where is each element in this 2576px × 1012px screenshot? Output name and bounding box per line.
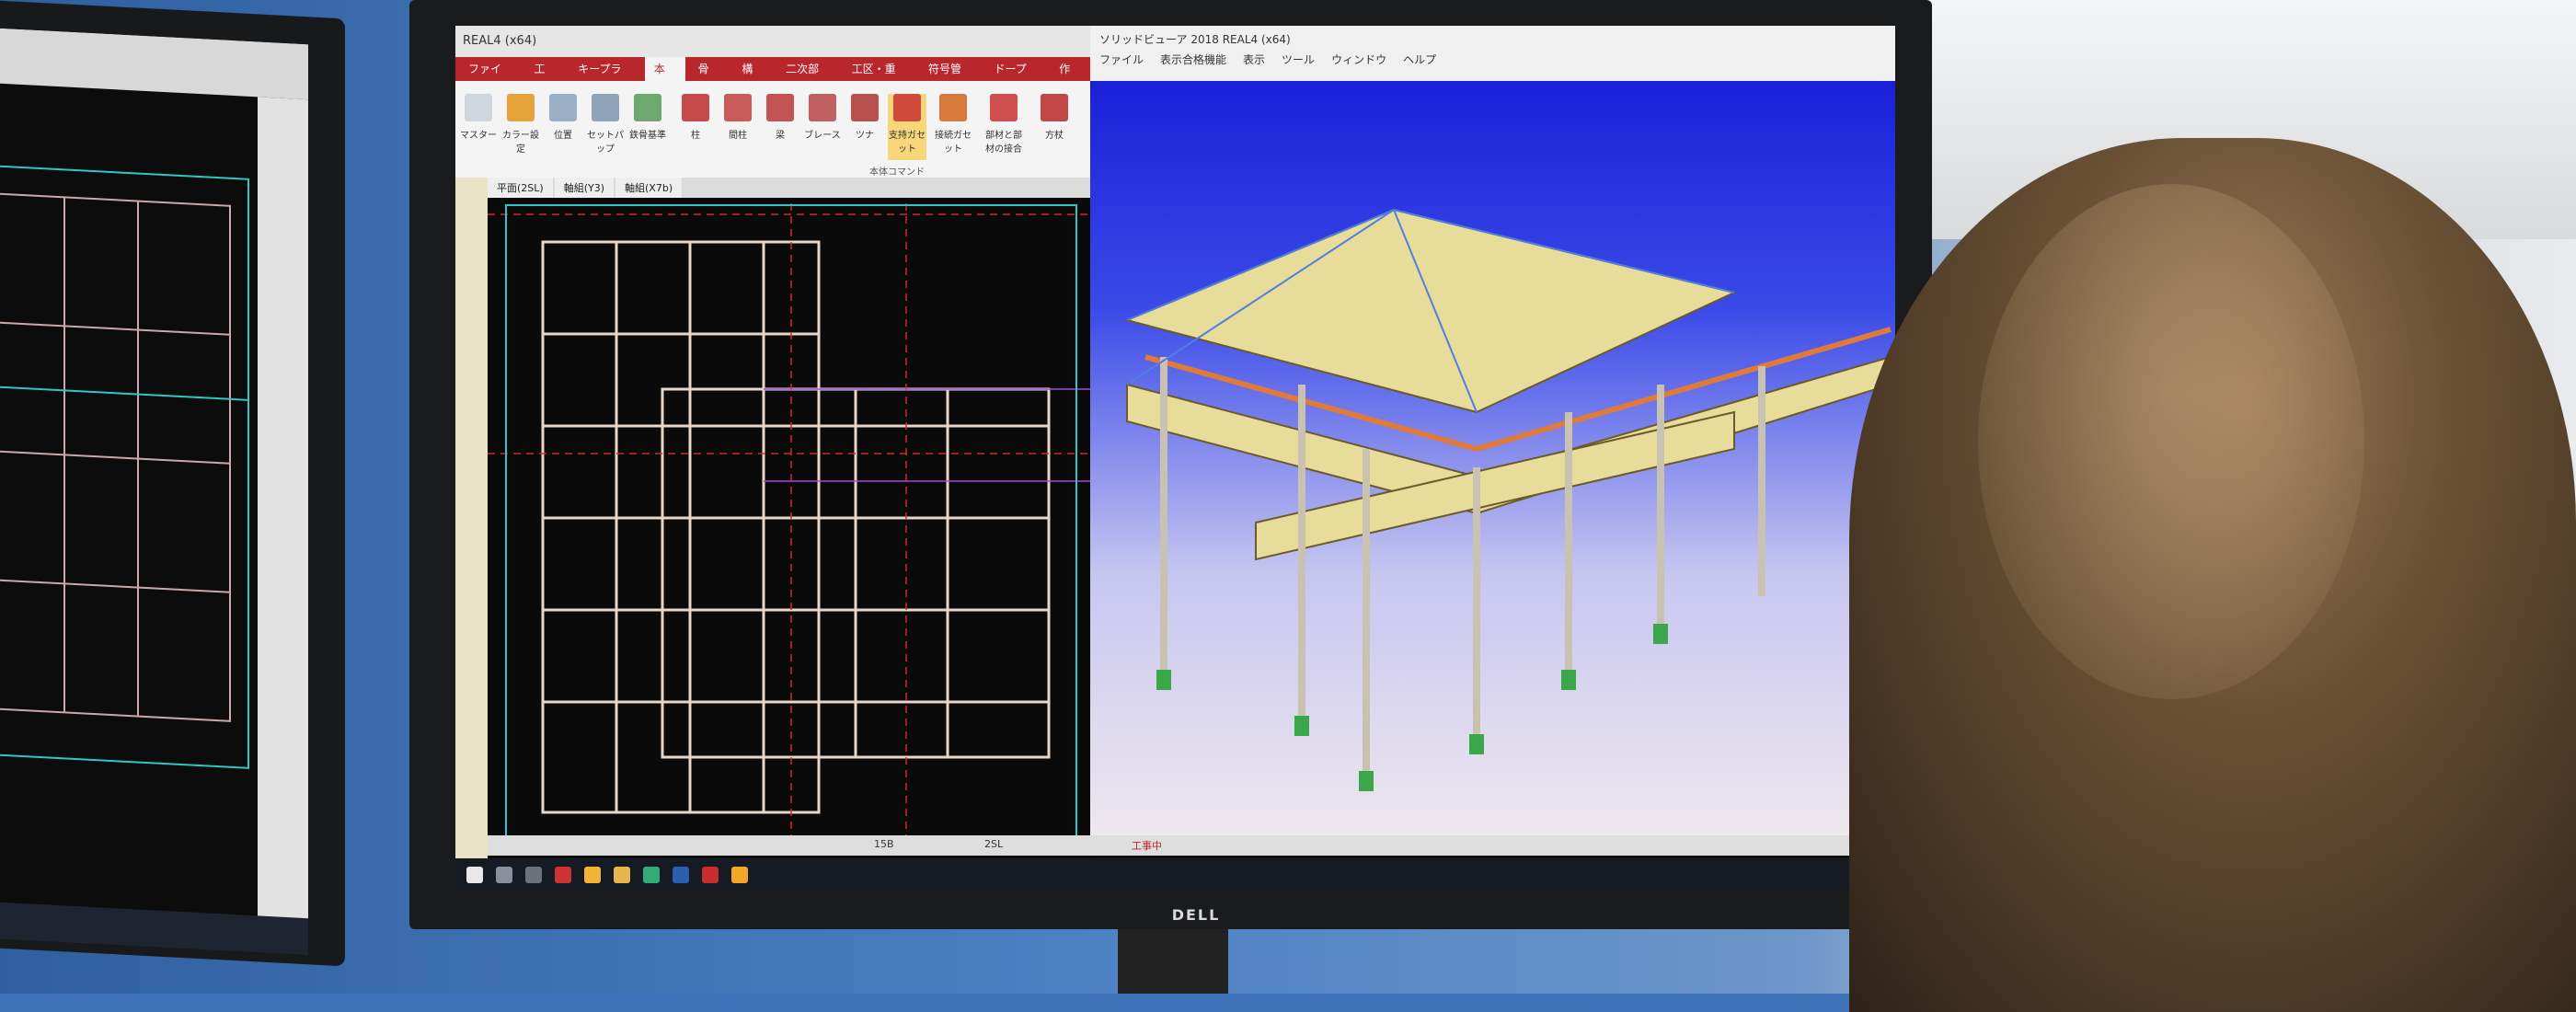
position-button[interactable]: 位置: [544, 94, 582, 160]
status-scale: 15B: [874, 838, 894, 850]
connect-icon: [939, 94, 967, 121]
monitor-stand: [1118, 929, 1228, 994]
menu-view[interactable]: 表示: [1243, 52, 1265, 70]
brace-icon: [809, 94, 836, 121]
cad-view-tabs: 平面(2SL) 軸組(Y3) 軸組(X7b): [488, 178, 1090, 198]
tab-code[interactable]: 符号管理: [919, 57, 981, 99]
position-icon: [549, 94, 577, 121]
search-icon[interactable]: [496, 866, 512, 883]
connect-gusset-button[interactable]: 接続ガセット: [934, 94, 972, 160]
support-gusset-button[interactable]: 支持ガセット: [888, 94, 926, 160]
ribbon-tabs: ファイル 工事 キープラン 本体 骨組 構築 二次部材 工区・重装 符号管理 ド…: [455, 57, 1090, 99]
steel-base-button[interactable]: 鉄骨基準: [628, 94, 667, 160]
knee-brace-icon: [1041, 94, 1068, 121]
tab-axis-x7b[interactable]: 軸組(X7b): [615, 178, 683, 198]
menu-file[interactable]: ファイル: [1099, 52, 1144, 70]
word-icon[interactable]: [673, 866, 689, 883]
gusset-icon: [893, 94, 921, 121]
tie-button[interactable]: ツナ: [845, 94, 884, 160]
grid-icon: [592, 94, 619, 121]
steel-frame-model: [1123, 208, 1892, 791]
menu-display-func[interactable]: 表示合格機能: [1160, 52, 1226, 70]
left-monitor: [0, 0, 345, 967]
tab-section[interactable]: 工区・重装: [843, 57, 915, 99]
ribbon: マスター カラー設定 位置 セットパップ 鉄骨基準 柱 間柱 梁 ブレース ツナ…: [455, 81, 1090, 178]
excel-icon[interactable]: [643, 866, 660, 883]
joint-icon: [990, 94, 1018, 121]
acrobat-icon[interactable]: [702, 866, 719, 883]
solid-viewer-menu: ファイル 表示合格機能 表示 ツール ウィンドウ ヘルプ: [1099, 52, 1651, 70]
main-screen: REAL4 (x64) ファイル 工事 キープラン 本体 骨組 構築 二次部材 …: [455, 26, 1895, 891]
master-button[interactable]: マスター: [459, 94, 498, 160]
menu-help[interactable]: ヘルプ: [1403, 52, 1436, 70]
app-icon[interactable]: [555, 866, 571, 883]
solid-3d-view[interactable]: [1090, 81, 1895, 840]
task-view-icon[interactable]: [525, 866, 542, 883]
tab-file[interactable]: ファイル: [459, 57, 521, 99]
tab-secondary[interactable]: 二次部材: [776, 57, 838, 99]
setup-button[interactable]: セットパップ: [586, 94, 625, 160]
palette-icon: [507, 94, 535, 121]
beam-icon: [766, 94, 794, 121]
member-joint-button[interactable]: 部材と部材の接合: [984, 94, 1023, 160]
ribbon-group-label: 本体コマンド: [869, 167, 925, 178]
status-mode: 工事中: [1132, 840, 1162, 852]
hair-highlight: [1978, 184, 2364, 699]
solid-viewer-title: ソリッドビューア 2018 REAL4 (x64): [1099, 33, 1291, 46]
windows-taskbar: [455, 858, 1895, 891]
left-screen: [0, 27, 308, 956]
stud-icon: [724, 94, 752, 121]
cad-window-titlebar: REAL4 (x64): [455, 26, 1090, 57]
menu-window[interactable]: ウィンドウ: [1331, 52, 1386, 70]
folder-icon[interactable]: [614, 866, 630, 883]
column-button[interactable]: 柱: [676, 94, 715, 160]
tab-keyplan[interactable]: キープラン: [569, 57, 641, 99]
tab-frame[interactable]: 骨組: [689, 57, 730, 99]
brace-button[interactable]: ブレース: [803, 94, 842, 160]
cad-app-icon[interactable]: [731, 866, 748, 883]
command-palette: [455, 178, 488, 891]
cad-plan-view[interactable]: [488, 178, 1090, 891]
tie-icon: [851, 94, 879, 121]
start-icon[interactable]: [466, 866, 483, 883]
tab-body[interactable]: 本体: [644, 57, 685, 99]
status-bar: 15B 2SL 工事中: [488, 835, 1895, 856]
tab-work[interactable]: 工事: [524, 57, 565, 99]
dell-logo: DELL: [1171, 906, 1221, 924]
tab-plan[interactable]: 平面(2SL): [488, 178, 553, 198]
steel-base-icon: [634, 94, 661, 121]
column-icon: [682, 94, 709, 121]
status-layer: 2SL: [984, 838, 1004, 850]
tab-draw[interactable]: 作図: [1050, 57, 1090, 99]
solid-viewer-titlebar: ソリッドビューア 2018 REAL4 (x64) ファイル 表示合格機能 表示…: [1090, 26, 1895, 81]
menu-tools[interactable]: ツール: [1282, 52, 1315, 70]
tab-build[interactable]: 構築: [732, 57, 773, 99]
color-setting-button[interactable]: カラー設定: [501, 94, 540, 160]
master-icon: [465, 94, 492, 121]
left-cad-drawing: [0, 164, 249, 769]
knee-brace-button[interactable]: 方杖: [1035, 94, 1074, 160]
plan-drawing: [488, 178, 1090, 891]
tab-dopura[interactable]: ドープラ: [984, 57, 1046, 99]
left-side-toolbar: [258, 97, 308, 928]
stud-button[interactable]: 間柱: [719, 94, 757, 160]
tab-axis-y3[interactable]: 軸組(Y3): [554, 178, 615, 198]
beam-button[interactable]: 梁: [761, 94, 799, 160]
chrome-icon[interactable]: [584, 866, 601, 883]
